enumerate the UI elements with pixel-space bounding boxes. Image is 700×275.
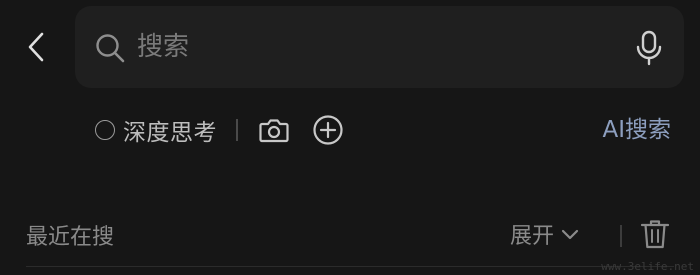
search-icon [96,34,125,63]
deep-think-label: 深度思考 [123,120,217,146]
watermark: www.3elife.net [601,260,694,273]
ai-search-button[interactable]: AI搜索 [602,112,671,148]
radio-circle-icon [95,120,115,140]
chevron-left-icon [28,32,44,62]
toolbar-divider [236,119,238,141]
expand-label: 展开 [510,224,555,249]
section-divider [26,266,674,267]
recent-searches-title: 最近在搜 [26,225,115,250]
back-button[interactable] [18,26,54,68]
search-box[interactable] [75,6,684,88]
trash-icon[interactable] [640,218,670,250]
plus-circle-icon[interactable] [312,114,344,146]
chevron-down-icon [561,229,579,240]
search-toolbar: 深度思考 [95,110,344,150]
camera-icon[interactable] [258,114,290,146]
action-divider [620,225,622,247]
deep-think-toggle[interactable]: 深度思考 [95,113,217,147]
microphone-icon[interactable] [634,30,664,66]
expand-button[interactable]: 展开 [510,218,579,250]
search-input[interactable] [137,26,607,68]
